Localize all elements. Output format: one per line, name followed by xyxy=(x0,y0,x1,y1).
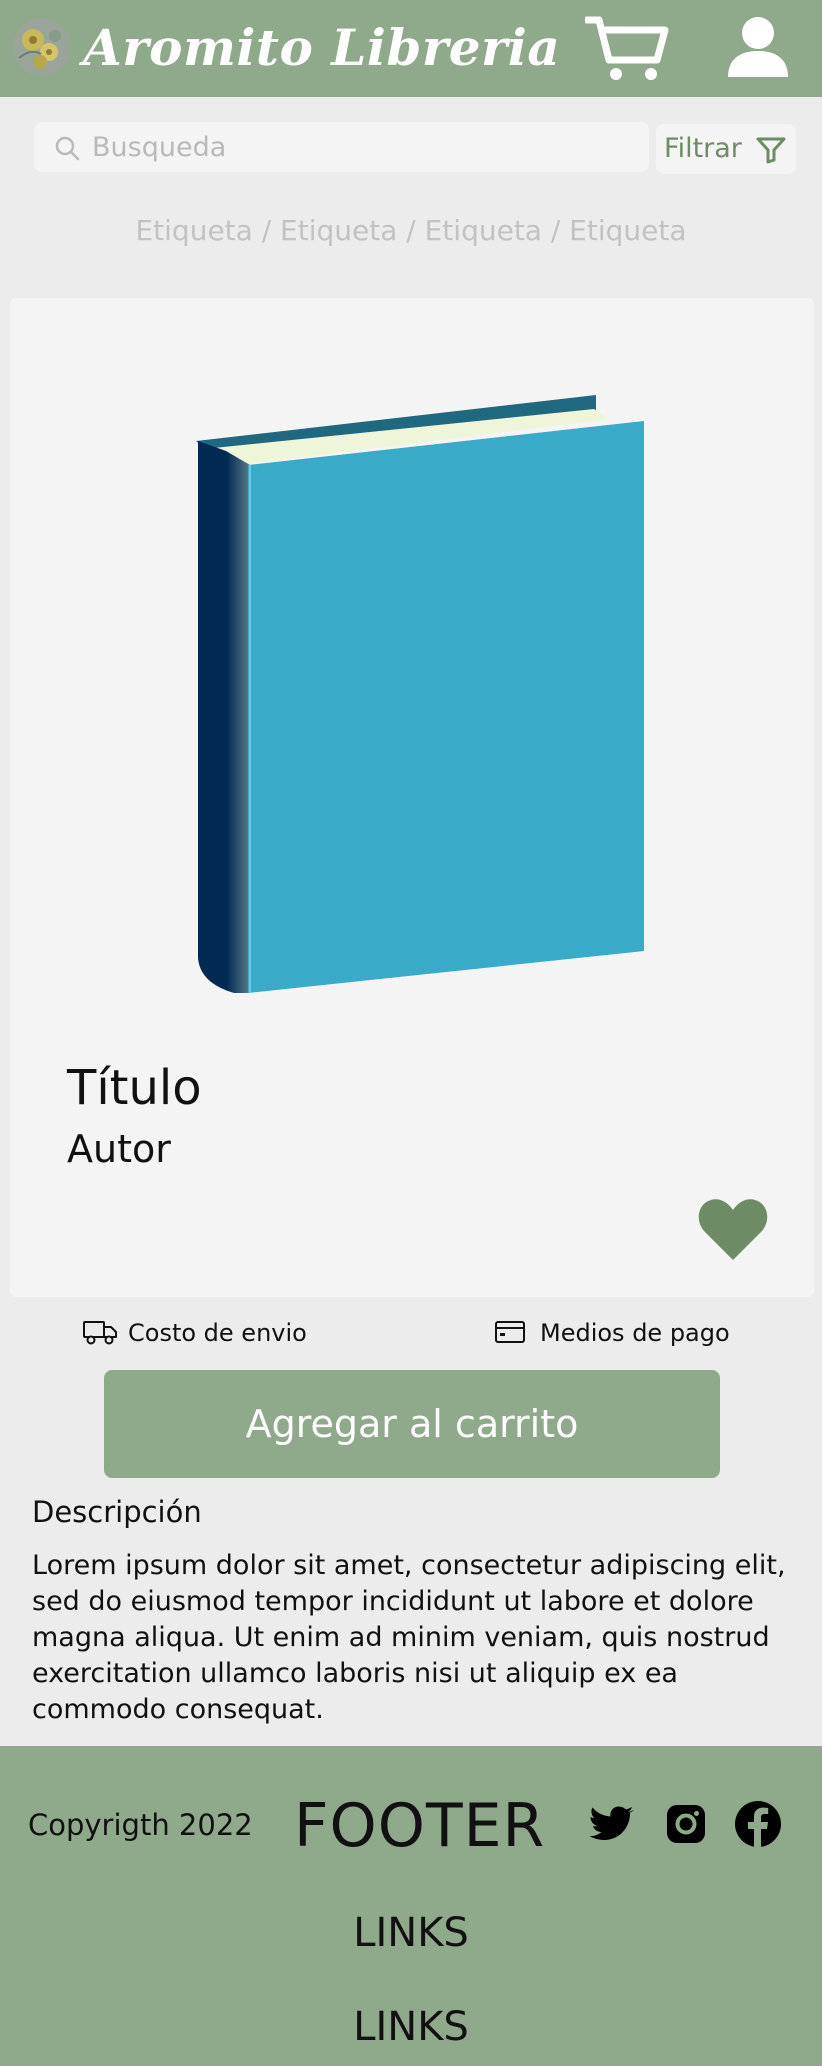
user-profile-icon[interactable] xyxy=(726,15,790,79)
shopping-cart-icon[interactable] xyxy=(583,14,671,82)
search-icon[interactable] xyxy=(54,135,80,161)
funnel-icon xyxy=(756,136,786,164)
footer-link[interactable]: LINKS xyxy=(0,1908,822,1958)
footer-link[interactable]: LINKS xyxy=(0,2002,822,2052)
footer-title: FOOTER xyxy=(294,1791,546,1861)
payment-label: Medios de pago xyxy=(540,1319,730,1347)
instagram-icon[interactable] xyxy=(662,1800,710,1848)
payment-methods-link[interactable]: Medios de pago xyxy=(494,1316,734,1350)
heart-icon[interactable] xyxy=(697,1196,769,1262)
credit-card-icon xyxy=(495,1321,525,1343)
brand-name[interactable]: Aromito Libreria xyxy=(83,12,560,84)
top-navbar: Aromito Libreria xyxy=(0,0,822,97)
book-title: Título xyxy=(67,1060,202,1116)
shipping-label: Costo de envio xyxy=(128,1319,307,1347)
twitter-icon[interactable] xyxy=(589,1800,638,1848)
truck-icon xyxy=(83,1321,117,1345)
flower-logo-icon[interactable] xyxy=(13,18,71,76)
copyright-text: Copyrigth 2022 xyxy=(28,1808,253,1842)
search-bar xyxy=(34,122,649,172)
footer: Copyrigth 2022 FOOTER LINKS LINKS xyxy=(0,1746,822,2066)
description-heading: Descripción xyxy=(32,1495,202,1529)
filter-button[interactable]: Filtrar xyxy=(656,124,796,174)
facebook-icon[interactable] xyxy=(734,1800,782,1848)
breadcrumb[interactable]: Etiqueta / Etiqueta / Etiqueta / Etiquet… xyxy=(0,211,822,251)
filter-label: Filtrar xyxy=(664,133,742,164)
search-input[interactable] xyxy=(92,122,632,172)
add-to-cart-button[interactable]: Agregar al carrito xyxy=(104,1370,720,1478)
description-body: Lorem ipsum dolor sit amet, consectetur … xyxy=(32,1550,786,1725)
book-cover-image xyxy=(186,393,656,1008)
product-card: Título Autor xyxy=(10,298,814,1297)
book-author[interactable]: Autor xyxy=(67,1126,171,1172)
shipping-cost-link[interactable]: Costo de envio xyxy=(82,1316,312,1350)
